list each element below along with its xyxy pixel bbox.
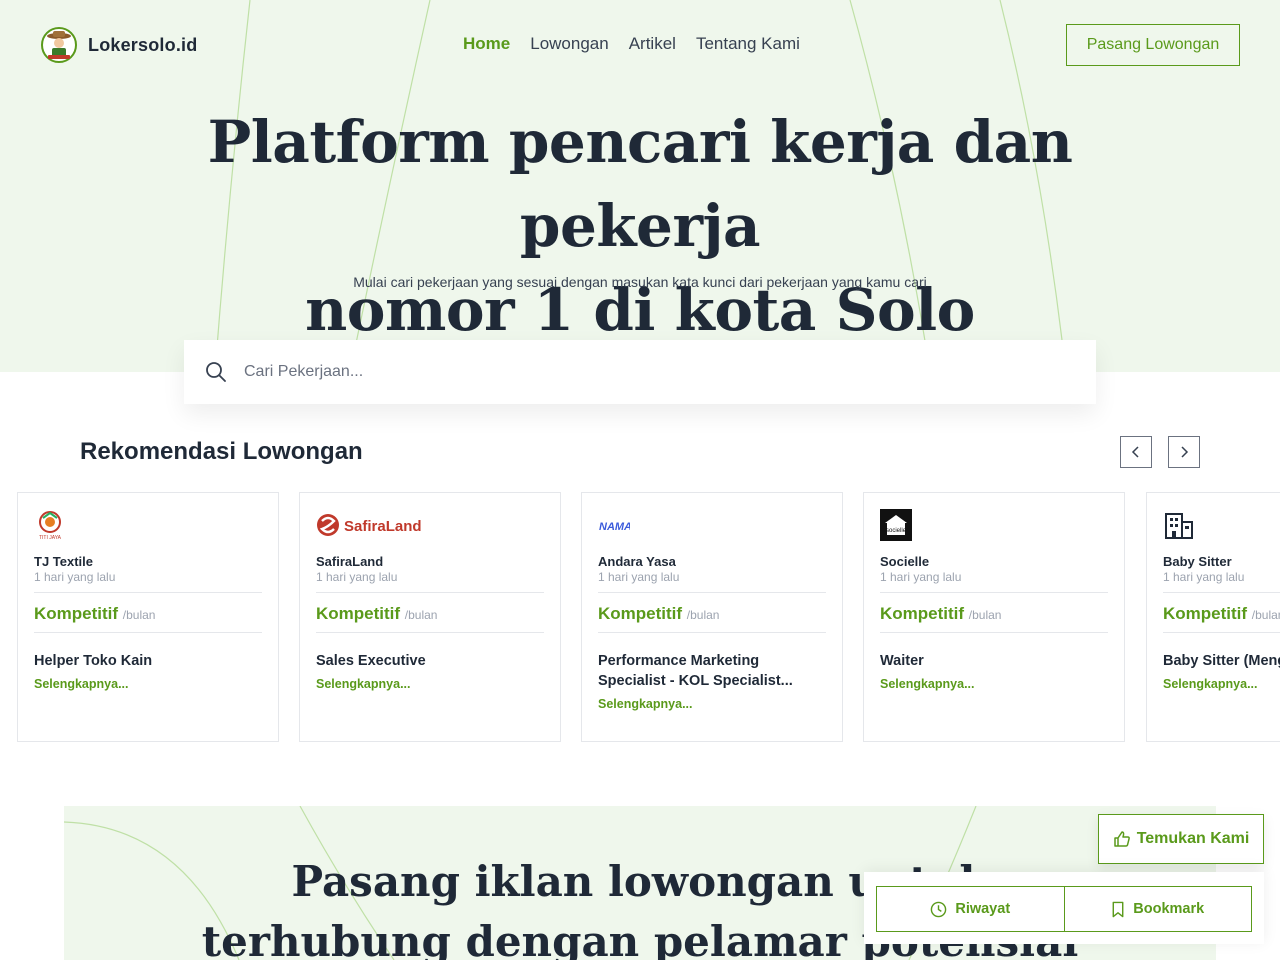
main-nav: Home Lowongan Artikel Tentang Kami bbox=[463, 34, 800, 54]
job-card[interactable]: NAMA Andara Yasa 1 hari yang lalu Kompet… bbox=[581, 492, 843, 742]
posted-time: 1 hari yang lalu bbox=[880, 570, 962, 584]
hero-section: Lokersolo.id Home Lowongan Artikel Tenta… bbox=[0, 0, 1280, 372]
carousel-prev-button[interactable] bbox=[1120, 436, 1152, 468]
read-more-link[interactable]: Selengkapnya... bbox=[1163, 677, 1280, 691]
history-label: Riwayat bbox=[955, 901, 1011, 917]
job-card[interactable]: SafiraLand SafiraLand 1 hari yang lalu K… bbox=[299, 492, 561, 742]
posted-time: 1 hari yang lalu bbox=[1163, 570, 1245, 584]
company-name: TJ Textile bbox=[34, 554, 94, 569]
salary: Kompetitif /bulan bbox=[34, 604, 156, 623]
job-card-carousel: TITI JAYA TJ Textile 1 hari yang lalu Ko… bbox=[16, 492, 1280, 742]
company-logo: SafiraLand bbox=[316, 509, 436, 541]
job-title: Waiter bbox=[880, 653, 924, 669]
nav-artikel[interactable]: Artikel bbox=[629, 34, 676, 54]
posted-time: 1 hari yang lalu bbox=[34, 570, 116, 584]
company-logo: socielle bbox=[880, 509, 912, 541]
svg-text:TITI JAYA: TITI JAYA bbox=[39, 535, 62, 541]
job-card[interactable]: TITI JAYA TJ Textile 1 hari yang lalu Ko… bbox=[17, 492, 279, 742]
nav-tentang-kami[interactable]: Tentang Kami bbox=[696, 34, 800, 54]
post-job-button[interactable]: Pasang Lowongan bbox=[1066, 24, 1240, 66]
divider bbox=[1163, 632, 1280, 633]
read-more-link[interactable]: Selengkapnya... bbox=[316, 677, 544, 691]
carousel-next-button[interactable] bbox=[1168, 436, 1200, 468]
divider bbox=[880, 632, 1108, 633]
salary: Kompetitif /bulan bbox=[1163, 604, 1280, 623]
salary: Kompetitif /bulan bbox=[598, 604, 720, 623]
job-title: Performance Marketing Specialist - KOL S… bbox=[598, 653, 793, 689]
posted-time: 1 hari yang lalu bbox=[316, 570, 398, 584]
divider bbox=[1163, 592, 1280, 593]
history-button[interactable]: Riwayat bbox=[877, 887, 1064, 931]
thumbs-up-icon bbox=[1113, 831, 1130, 847]
brand[interactable]: Lokersolo.id bbox=[40, 26, 197, 64]
bottom-action-bar: Riwayat Bookmark bbox=[864, 872, 1264, 944]
company-name: SafiraLand bbox=[316, 554, 384, 569]
divider bbox=[880, 592, 1108, 593]
divider bbox=[598, 592, 826, 593]
chevron-right-icon bbox=[1181, 446, 1189, 458]
recommendations-title: Rekomendasi Lowongan bbox=[80, 438, 363, 465]
job-title: Helper Toko Kain bbox=[34, 653, 153, 669]
svg-text:NAMA: NAMA bbox=[599, 521, 630, 533]
bookmark-button[interactable]: Bookmark bbox=[1063, 887, 1252, 931]
company-name: Socielle bbox=[880, 554, 930, 569]
read-more-link[interactable]: Selengkapnya... bbox=[880, 677, 1108, 691]
company-name: Andara Yasa bbox=[598, 554, 676, 569]
building-icon bbox=[1163, 509, 1195, 541]
company-logo: NAMA bbox=[598, 509, 630, 541]
find-us-label: Temukan Kami bbox=[1136, 830, 1250, 847]
svg-text:SafiraLand: SafiraLand bbox=[344, 518, 422, 535]
read-more-link[interactable]: Selengkapnya... bbox=[34, 677, 262, 691]
clock-icon bbox=[931, 901, 947, 917]
posted-time: 1 hari yang lalu bbox=[598, 570, 680, 584]
job-title: Baby Sitter (Meng bbox=[1163, 653, 1280, 669]
find-us-button[interactable]: Temukan Kami bbox=[1098, 814, 1264, 864]
chevron-left-icon bbox=[1131, 446, 1139, 458]
divider bbox=[316, 592, 544, 593]
hero-title: Platform pencari kerja dan pekerja nomor… bbox=[140, 100, 1140, 352]
divider bbox=[34, 632, 262, 633]
company-logo: TITI JAYA bbox=[34, 509, 66, 541]
job-card[interactable]: socielle Socielle 1 hari yang lalu Kompe… bbox=[863, 492, 1125, 742]
hero-subtitle: Mulai cari pekerjaan yang sesuai dengan … bbox=[353, 274, 927, 290]
nav-lowongan[interactable]: Lowongan bbox=[530, 34, 608, 54]
farmer-mascot-icon bbox=[41, 27, 77, 63]
search-input[interactable] bbox=[244, 340, 1096, 404]
job-card[interactable]: Baby Sitter 1 hari yang lalu Kompetitif … bbox=[1146, 492, 1280, 742]
bottom-button-group: Riwayat Bookmark bbox=[876, 886, 1252, 932]
bookmark-icon bbox=[1112, 901, 1124, 917]
brand-name: Lokersolo.id bbox=[88, 34, 198, 55]
navbar: Lokersolo.id Home Lowongan Artikel Tenta… bbox=[0, 0, 1280, 90]
search-bar bbox=[184, 340, 1096, 404]
job-title: Sales Executive bbox=[316, 653, 426, 669]
divider bbox=[34, 592, 262, 593]
divider bbox=[598, 632, 826, 633]
hero-title-line1: Platform pencari kerja dan pekerja bbox=[207, 108, 1073, 260]
salary: Kompetitif /bulan bbox=[880, 604, 1002, 623]
salary: Kompetitif /bulan bbox=[316, 604, 438, 623]
nav-home[interactable]: Home bbox=[463, 34, 510, 54]
search-icon[interactable] bbox=[188, 361, 244, 383]
bookmark-label: Bookmark bbox=[1133, 901, 1205, 917]
company-name: Baby Sitter bbox=[1163, 554, 1232, 569]
divider bbox=[316, 632, 544, 633]
svg-text:socielle: socielle bbox=[886, 528, 907, 534]
read-more-link[interactable]: Selengkapnya... bbox=[598, 697, 826, 711]
